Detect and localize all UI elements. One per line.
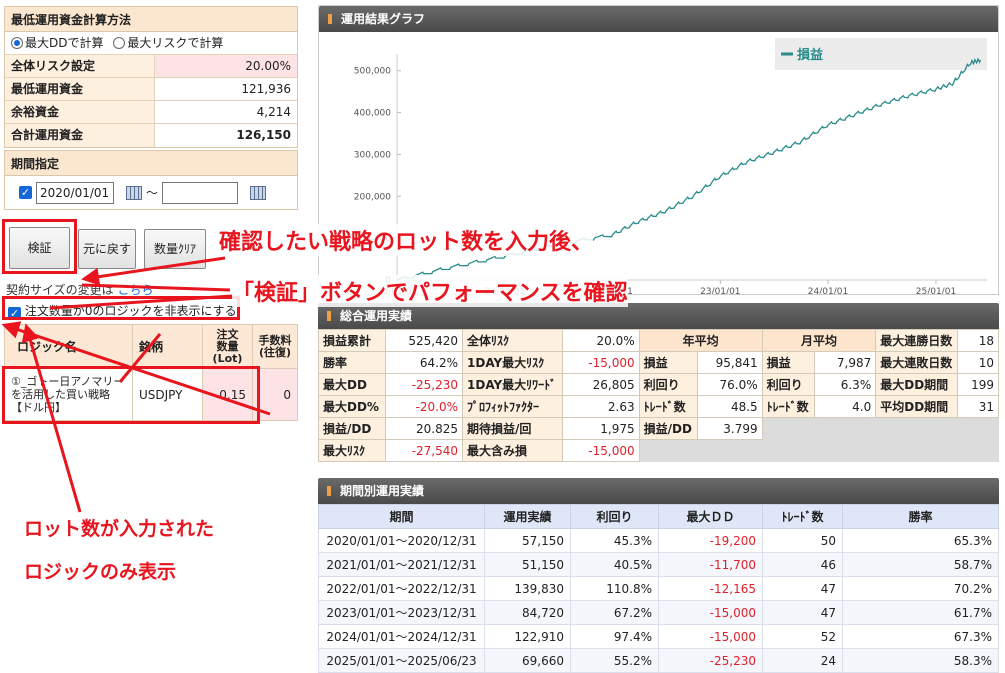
- annotation-bottom-line1: ロット数が入力された: [24, 518, 215, 540]
- arrow-line: [49, 294, 233, 310]
- annotation-bottom-line2: ロジックのみ表示: [24, 561, 177, 583]
- arrow-to-verify: [81, 256, 226, 286]
- arrow-line: [81, 283, 231, 292]
- annotation-top-line2: 「検証」ボタンでパフォーマンスを確認: [232, 275, 628, 307]
- annotation-top-line1: 確認したい戦略のロット数を入力後、: [219, 224, 594, 256]
- arrow-from-bottom-note: [21, 323, 82, 513]
